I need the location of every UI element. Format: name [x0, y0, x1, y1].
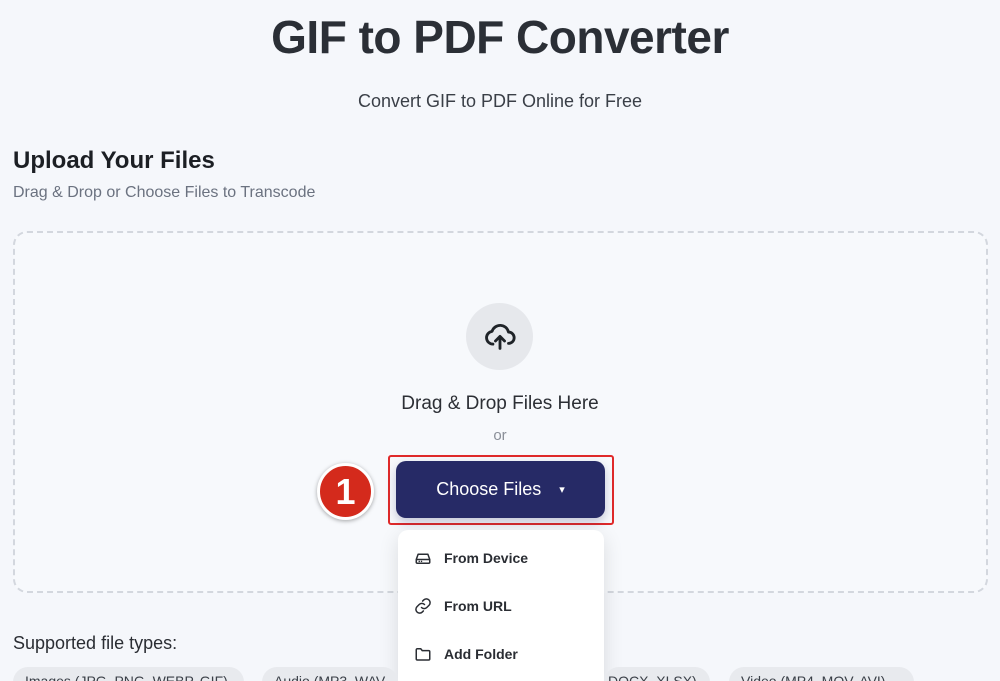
menu-item-label: Add Folder	[444, 646, 518, 662]
page: GIF to PDF Converter Convert GIF to PDF …	[0, 0, 1000, 681]
page-subtitle: Convert GIF to PDF Online for Free	[357, 91, 643, 111]
cloud-upload-icon	[466, 303, 533, 370]
drop-files-text: Drag & Drop Files Here	[401, 393, 599, 414]
upload-section-subtitle: Drag & Drop or Choose Files to Transcode	[13, 184, 316, 201]
menu-item-add-folder[interactable]: Add Folder	[414, 642, 518, 666]
caret-down-icon: ▾	[559, 484, 565, 496]
choose-files-dropdown: From Device From URL Add Folder	[398, 530, 604, 681]
menu-item-label: From URL	[444, 598, 512, 614]
choose-files-button[interactable]: Choose Files ▾	[396, 461, 605, 518]
supported-types-label: Supported file types:	[13, 633, 178, 653]
file-type-chip: DOCX, XLSX)	[604, 667, 710, 681]
menu-item-from-url[interactable]: From URL	[414, 594, 512, 618]
drive-icon	[414, 549, 432, 567]
choose-files-label: Choose Files	[436, 479, 542, 499]
link-icon	[414, 597, 432, 615]
step-badge: 1	[317, 463, 374, 520]
page-title: GIF to PDF Converter	[271, 11, 729, 63]
folder-icon	[414, 645, 432, 663]
file-type-chip: Images (JPG, PNG, WEBP, GIF)	[13, 667, 244, 681]
upload-section-title: Upload Your Files	[13, 147, 215, 174]
menu-item-from-device[interactable]: From Device	[414, 546, 528, 570]
file-type-chip: Video (MP4, MOV, AVI)	[729, 667, 914, 681]
or-separator: or	[493, 427, 507, 444]
menu-item-label: From Device	[444, 550, 529, 566]
file-type-chip: Audio (MP3, WAV	[262, 667, 398, 681]
